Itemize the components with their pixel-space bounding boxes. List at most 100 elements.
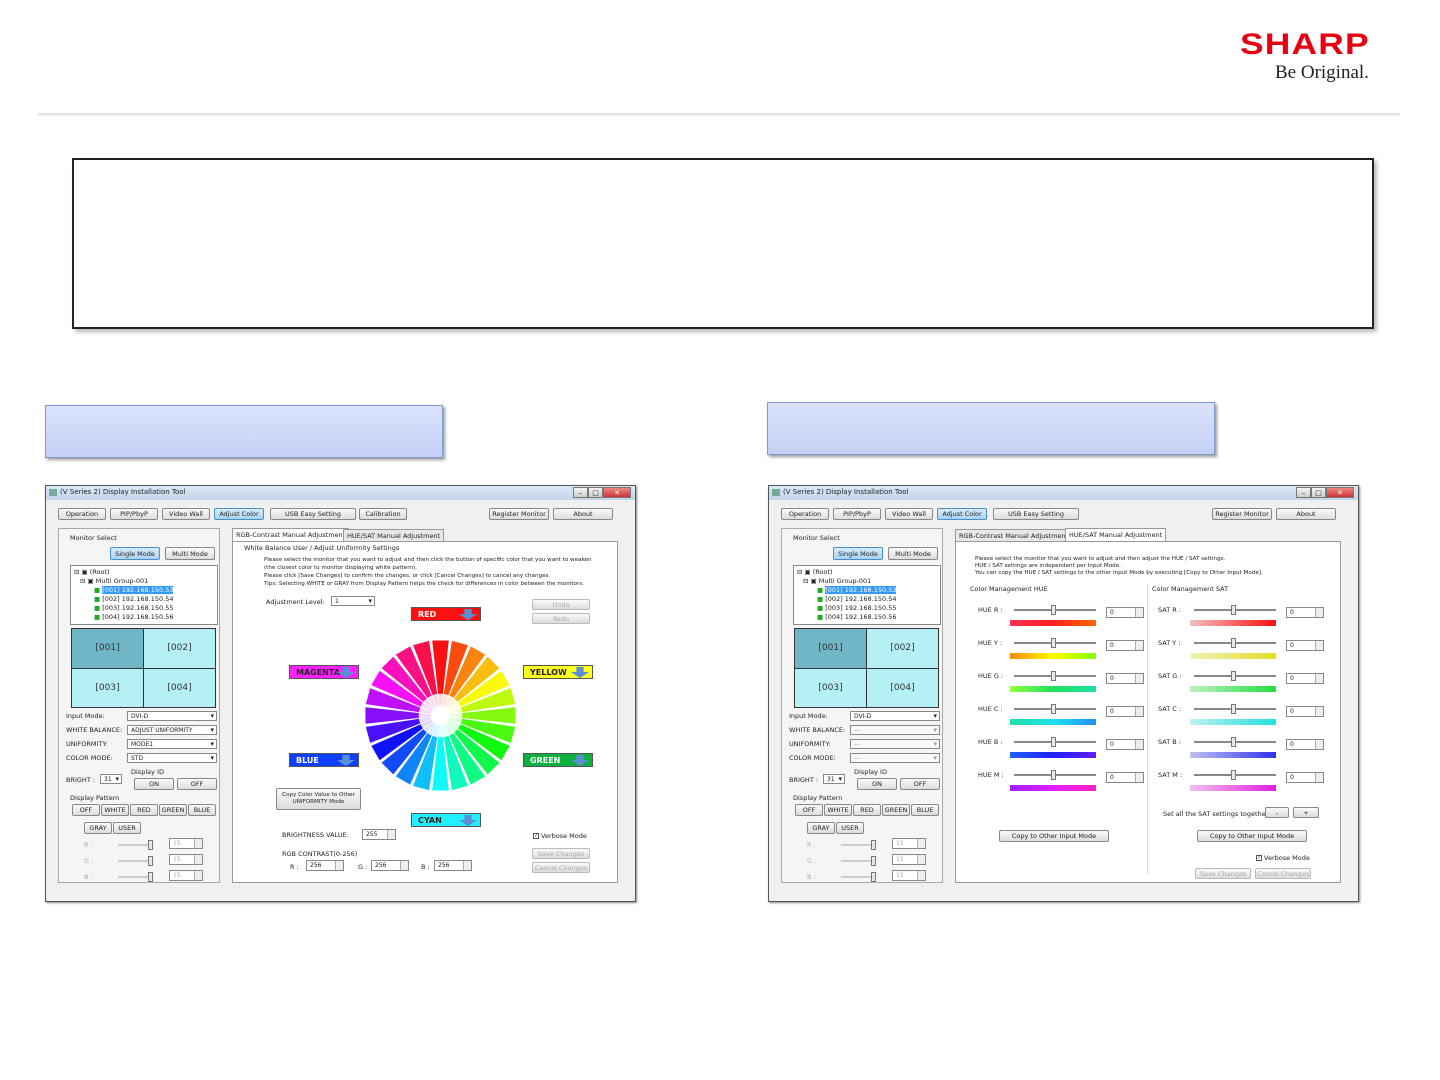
tree-monitor-003[interactable]: ■ [003] 192.168.150.55 [797, 604, 937, 613]
yellow-button[interactable]: YELLOW [523, 665, 593, 679]
brightness-input[interactable]: 255 [362, 829, 396, 840]
sat-value-input-2[interactable]: 0 [1286, 673, 1324, 684]
tab-pip-pbyp[interactable]: PIP/PbyP [110, 508, 158, 520]
tab-pip-pbyp[interactable]: PIP/PbyP [833, 508, 881, 520]
tree-root[interactable]: ⊟ ▣ (Root) [74, 568, 214, 577]
tree-root[interactable]: ⊟ ▣ (Root) [797, 568, 937, 577]
sat-slider-0[interactable] [1194, 605, 1276, 615]
pattern-b-input[interactable]: 15 [169, 870, 203, 881]
about-button[interactable]: About [1276, 508, 1336, 520]
single-mode-button[interactable]: Single Mode [110, 547, 160, 560]
pattern-b-slider[interactable] [118, 872, 153, 882]
copy-sat-to-other-input-button[interactable]: Copy to Other Input Mode [1197, 830, 1307, 842]
pattern-user-button[interactable]: USER [113, 822, 141, 834]
hue-slider-0[interactable] [1014, 605, 1096, 615]
adjustment-level-select[interactable]: 1 [331, 596, 375, 606]
blue-button[interactable]: BLUE [289, 753, 359, 767]
tab-video-wall[interactable]: Video Wall [885, 508, 933, 520]
register-monitor-button[interactable]: Register Monitor [1212, 508, 1272, 520]
monitor-tree[interactable]: ⊟ ▣ (Root) ⊟ ▣ Multi Group-001 ■ [001] 1… [70, 565, 218, 625]
color-mode-select[interactable]: STD [127, 753, 217, 763]
pattern-green-button[interactable]: GREEN [882, 804, 910, 816]
bright-select[interactable]: 31 [100, 774, 122, 784]
tab-hue-sat[interactable]: HUE/SAT Manual Adjustment [343, 529, 445, 541]
hue-value-input-4[interactable]: 0 [1106, 739, 1144, 750]
tab-adjust-color[interactable]: Adjust Color [937, 508, 987, 520]
white-balance-select[interactable]: ADJUST UNIFORMITY [127, 725, 217, 735]
redo-button[interactable]: Redo [532, 613, 590, 624]
undo-button[interactable]: Undo [532, 599, 590, 610]
green-button[interactable]: GREEN [523, 753, 593, 767]
grid-cell-002[interactable]: [002] [867, 629, 938, 668]
pattern-gray-button[interactable]: GRAY [807, 822, 835, 834]
hue-slider-4[interactable] [1014, 737, 1096, 747]
sat-plus-button[interactable]: + [1293, 807, 1319, 818]
sat-value-input-1[interactable]: 0 [1286, 640, 1324, 651]
sat-value-input-5[interactable]: 0 [1286, 772, 1324, 783]
tab-calibration[interactable]: Calibration [359, 508, 407, 520]
single-mode-button[interactable]: Single Mode [833, 547, 883, 560]
tree-monitor-004[interactable]: ■ [004] 192.168.150.56 [74, 613, 214, 622]
pattern-user-button[interactable]: USER [836, 822, 864, 834]
pattern-blue-button[interactable]: BLUE [911, 804, 939, 816]
hue-value-input-5[interactable]: 0 [1106, 772, 1144, 783]
tab-usb-easy-setting[interactable]: USB Easy Setting [993, 508, 1079, 520]
pattern-g-slider[interactable] [118, 856, 153, 866]
hue-value-input-1[interactable]: 0 [1106, 640, 1144, 651]
pattern-r-input[interactable]: 15 [892, 838, 926, 849]
pattern-red-button[interactable]: RED [853, 804, 881, 816]
pattern-g-input[interactable]: 15 [169, 854, 203, 865]
sat-slider-5[interactable] [1194, 770, 1276, 780]
save-changes-button[interactable]: Save Changes [1195, 868, 1251, 879]
pattern-white-button[interactable]: WHITE [101, 804, 129, 816]
cyan-button[interactable]: CYAN [411, 813, 481, 827]
sat-value-input-4[interactable]: 0 [1286, 739, 1324, 750]
pattern-off-button[interactable]: OFF [795, 804, 823, 816]
contrast-r-input[interactable]: 256 [306, 860, 344, 871]
tab-rgb-contrast[interactable]: RGB-Contrast Manual Adjustment [232, 528, 350, 541]
display-id-off-button[interactable]: OFF [900, 778, 940, 790]
tab-video-wall[interactable]: Video Wall [162, 508, 210, 520]
sat-slider-4[interactable] [1194, 737, 1276, 747]
multi-mode-button[interactable]: Multi Mode [165, 547, 215, 560]
pattern-g-slider[interactable] [841, 856, 876, 866]
pattern-gray-button[interactable]: GRAY [84, 822, 112, 834]
monitor-tree[interactable]: ⊟ ▣ (Root) ⊟ ▣ Multi Group-001 ■ [001] 1… [793, 565, 941, 625]
tree-monitor-001[interactable]: ■ [001] 192.168.150.53 [797, 586, 937, 595]
red-button[interactable]: RED [411, 607, 481, 621]
sat-slider-1[interactable] [1194, 638, 1276, 648]
pattern-r-slider[interactable] [841, 840, 876, 850]
hue-slider-1[interactable] [1014, 638, 1096, 648]
uniformity-select[interactable]: MODE1 [127, 739, 217, 749]
input-mode-select[interactable]: DVI-D [850, 711, 940, 721]
pattern-blue-button[interactable]: BLUE [188, 804, 216, 816]
white-balance-select[interactable]: --- [850, 725, 940, 735]
tree-monitor-003[interactable]: ■ [003] 192.168.150.55 [74, 604, 214, 613]
display-id-on-button[interactable]: ON [857, 778, 897, 790]
verbose-mode-checkbox[interactable]: ✓ Verbose Mode [1256, 854, 1310, 862]
grid-cell-003[interactable]: [003] [795, 668, 866, 707]
verbose-mode-checkbox[interactable]: ✓ Verbose Mode [533, 832, 587, 840]
contrast-g-input[interactable]: 256 [371, 860, 409, 871]
tree-monitor-004[interactable]: ■ [004] 192.168.150.56 [797, 613, 937, 622]
maximize-icon[interactable]: □ [1311, 487, 1326, 498]
tree-monitor-002[interactable]: ■ [002] 192.168.150.54 [797, 595, 937, 604]
register-monitor-button[interactable]: Register Monitor [489, 508, 549, 520]
display-id-off-button[interactable]: OFF [177, 778, 217, 790]
cancel-changes-button[interactable]: Cancel Changes [1255, 868, 1311, 879]
tree-monitor-001[interactable]: ■ [001] 192.168.150.53 [74, 586, 214, 595]
grid-cell-003[interactable]: [003] [72, 668, 143, 707]
pattern-b-input[interactable]: 15 [892, 870, 926, 881]
sat-slider-2[interactable] [1194, 671, 1276, 681]
pattern-b-slider[interactable] [841, 872, 876, 882]
grid-cell-001[interactable]: [001] [72, 629, 143, 668]
bright-select[interactable]: 31 [823, 774, 845, 784]
color-mode-select[interactable]: --- [850, 753, 940, 763]
pattern-white-button[interactable]: WHITE [824, 804, 852, 816]
minimize-icon[interactable]: – [573, 487, 588, 498]
cancel-changes-button[interactable]: Cancel Changes [532, 862, 590, 873]
grid-cell-002[interactable]: [002] [144, 629, 215, 668]
hue-value-input-3[interactable]: 0 [1106, 706, 1144, 717]
pattern-r-input[interactable]: 15 [169, 838, 203, 849]
close-icon[interactable]: ✕ [1326, 487, 1354, 498]
